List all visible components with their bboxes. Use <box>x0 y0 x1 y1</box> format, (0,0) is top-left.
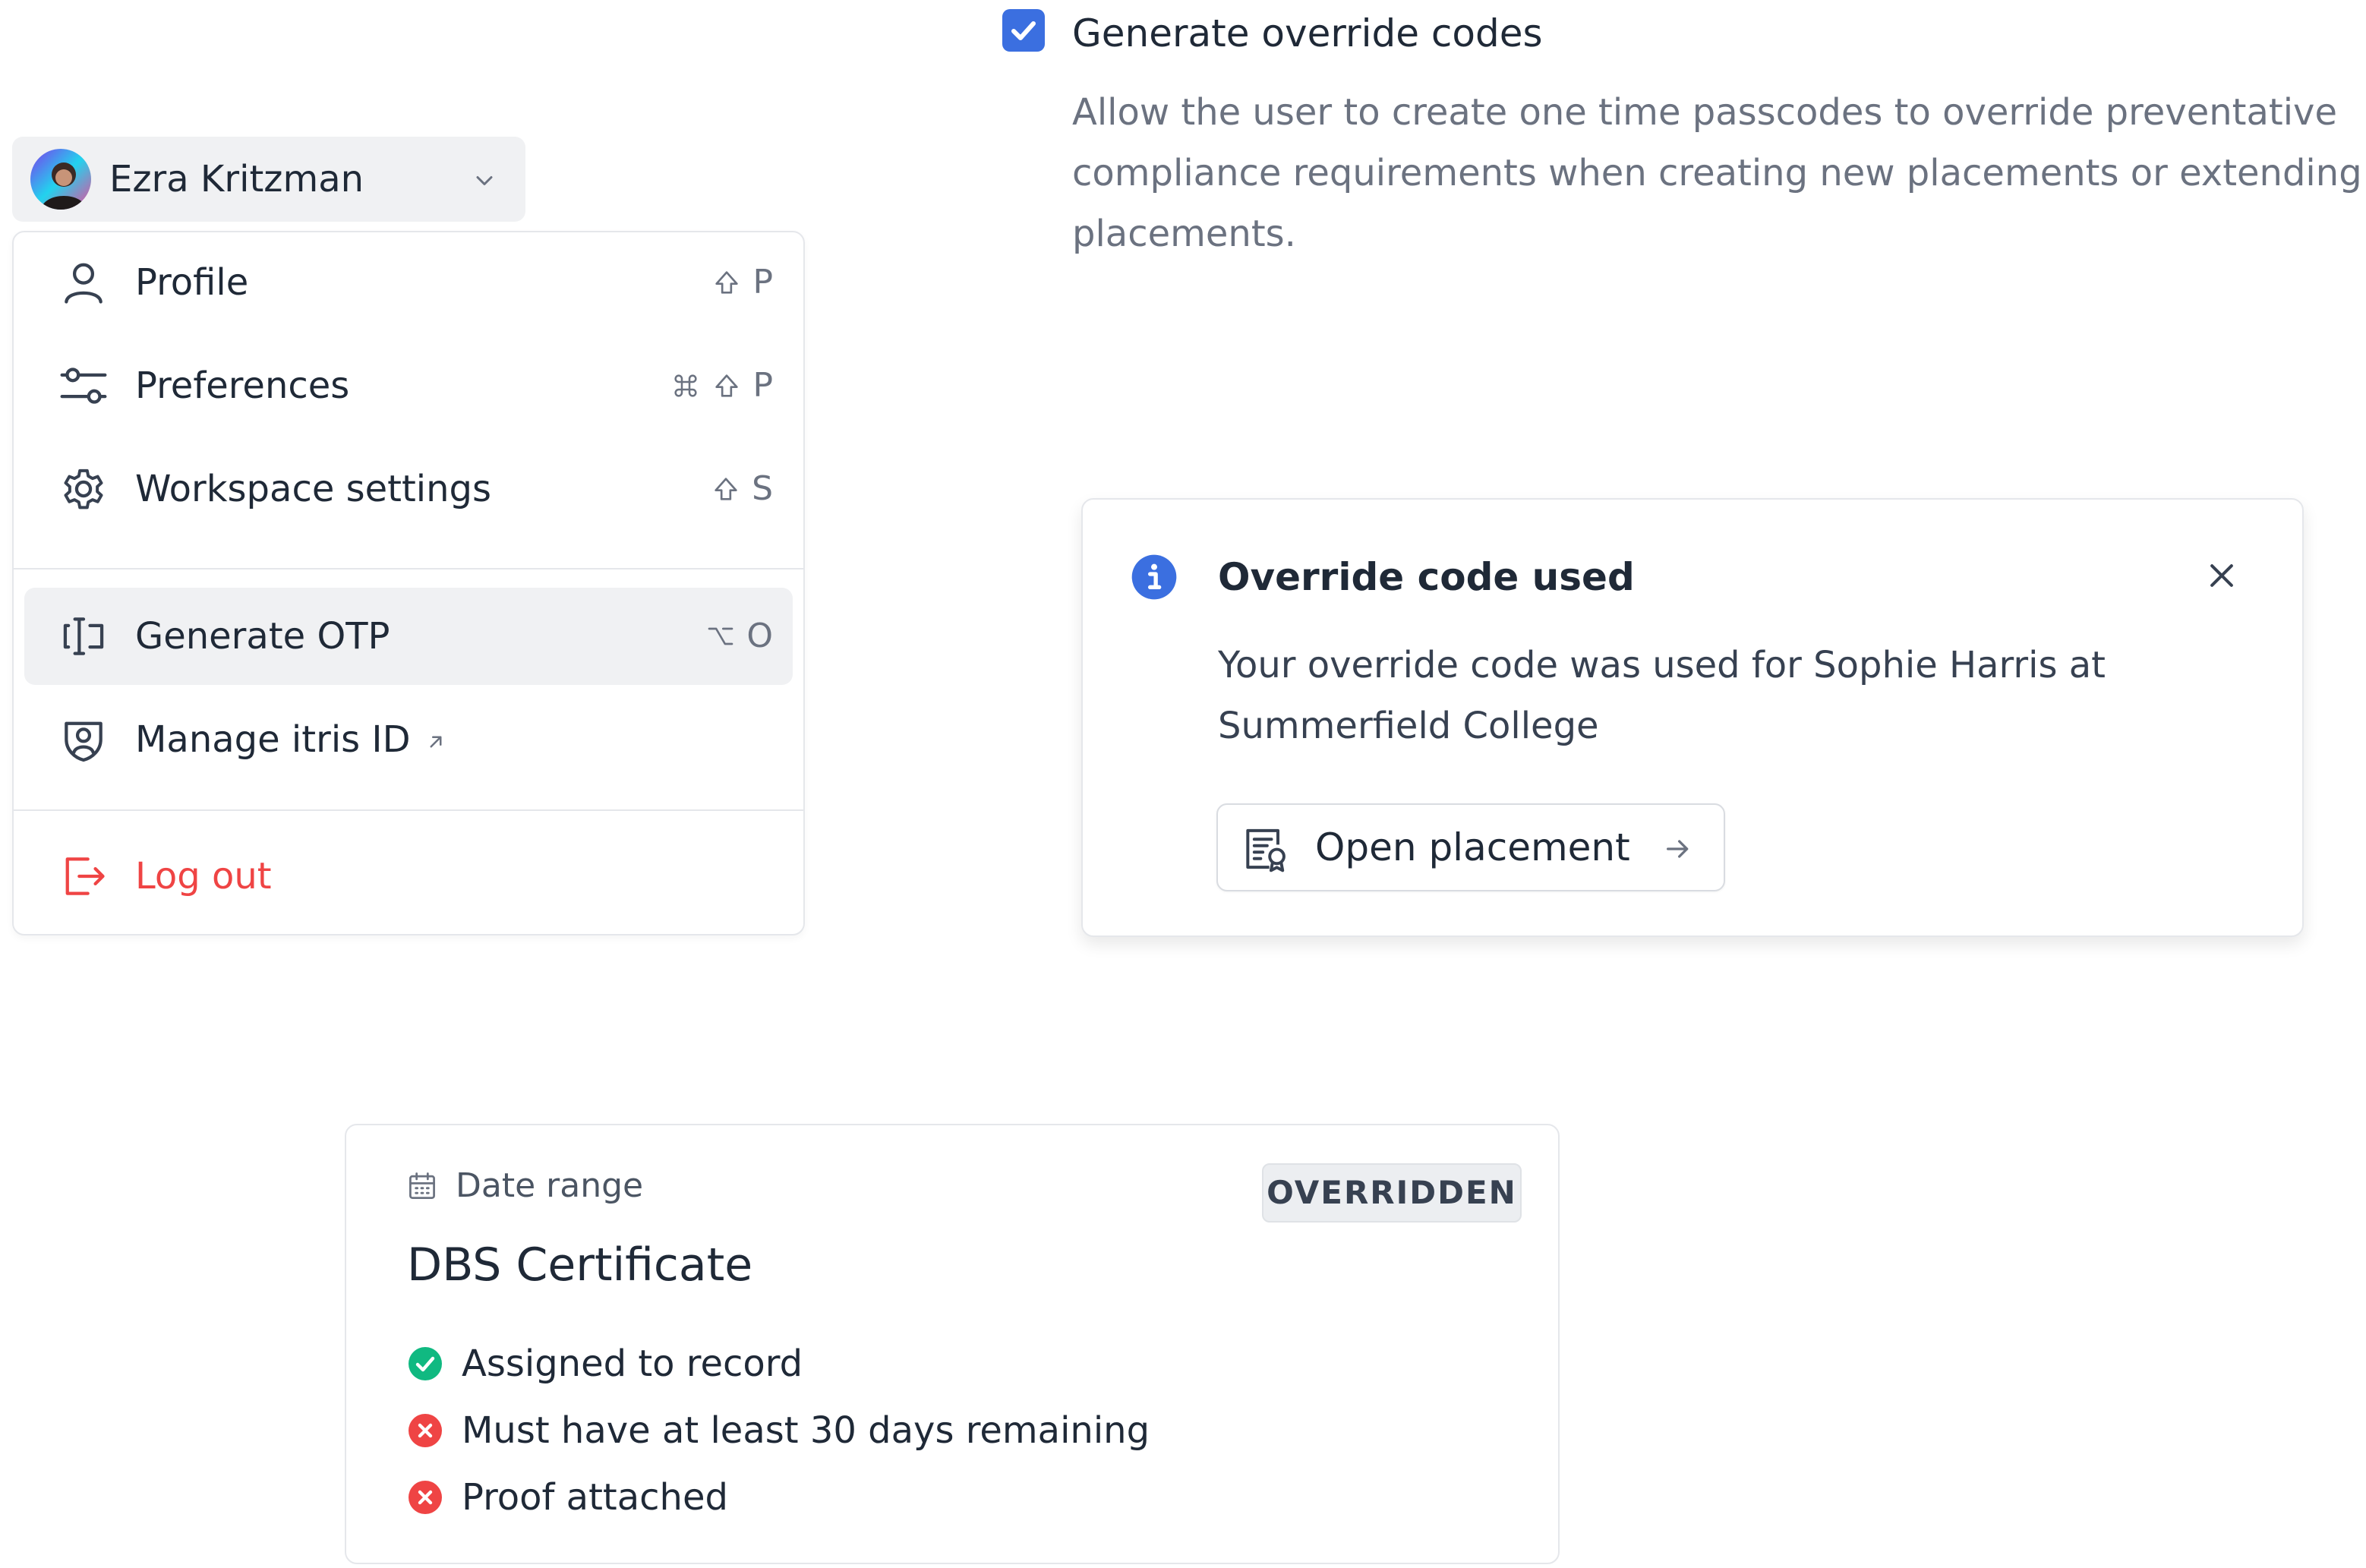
x-circle-icon <box>407 1479 443 1516</box>
compliance-card: Date range OVERRIDDEN DBS Certificate As… <box>345 1124 1560 1564</box>
menu-item-label: Workspace settings <box>135 468 492 510</box>
chevron-down-icon <box>471 167 498 194</box>
external-link-icon <box>424 730 447 753</box>
check-circle-icon <box>407 1346 443 1382</box>
shortcut: S <box>711 466 773 512</box>
sliders-icon <box>58 360 109 412</box>
shortcut: P <box>670 363 773 409</box>
user-icon <box>58 257 109 308</box>
arrow-right-icon <box>1663 834 1693 864</box>
log-out-icon <box>58 850 109 902</box>
shift-key-icon <box>711 474 741 504</box>
document-certificate-icon <box>1239 823 1291 875</box>
user-menu-trigger[interactable]: Ezra Kritzman <box>12 137 525 222</box>
x-circle-icon <box>407 1412 443 1449</box>
date-range-label: Date range <box>456 1166 644 1205</box>
avatar <box>30 149 91 210</box>
shortcut-key: O <box>746 617 773 655</box>
gear-icon <box>58 463 109 515</box>
toast-title: Override code used <box>1218 555 1635 599</box>
menu-item-label: Preferences <box>135 364 350 407</box>
menu-item-label-wrap: Manage itris ID <box>135 717 447 762</box>
menu-item-manage-itris-id[interactable]: Manage itris ID <box>24 691 793 788</box>
status-badge: OVERRIDDEN <box>1262 1163 1522 1223</box>
menu-divider <box>14 568 803 569</box>
menu-item-preferences[interactable]: Preferences P <box>24 337 793 434</box>
close-icon[interactable] <box>2205 559 2238 592</box>
menu-item-label: Generate OTP <box>135 615 390 658</box>
shortcut-key: P <box>752 366 773 405</box>
requirement-label: Assigned to record <box>462 1342 803 1385</box>
menu-item-label: Profile <box>135 261 249 304</box>
shortcut-key: S <box>752 469 773 508</box>
option-key-icon <box>705 621 736 651</box>
calendar-icon <box>405 1169 439 1203</box>
shift-key-icon <box>711 371 742 401</box>
command-key-icon <box>670 371 701 401</box>
user-name: Ezra Kritzman <box>109 158 364 200</box>
menu-item-log-out[interactable]: Log out <box>24 828 793 925</box>
requirement-label: Proof attached <box>462 1476 728 1519</box>
shortcut: O <box>705 614 773 659</box>
menu-item-generate-otp[interactable]: Generate OTP O <box>24 588 793 685</box>
shortcut-key: P <box>752 263 773 301</box>
open-placement-label: Open placement <box>1315 825 1630 869</box>
override-codes-checkbox[interactable] <box>1002 9 1045 52</box>
menu-divider <box>14 809 803 811</box>
card-title: DBS Certificate <box>407 1238 753 1292</box>
menu-item-profile[interactable]: Profile P <box>24 234 793 331</box>
open-placement-button[interactable]: Open placement <box>1216 803 1725 891</box>
override-toast: Override code used Your override code wa… <box>1081 498 2304 937</box>
menu-item-workspace-settings[interactable]: Workspace settings S <box>24 440 793 538</box>
user-dropdown-menu: Profile P Preferences P Workspace settin… <box>12 231 805 935</box>
canvas: Generate override codes Allow the user t… <box>0 0 2366 1568</box>
requirement-label: Must have at least 30 days remaining <box>462 1409 1150 1452</box>
shift-key-icon <box>711 267 742 298</box>
menu-item-label: Manage itris ID <box>135 718 411 761</box>
text-cursor-input-icon <box>58 610 109 662</box>
user-shield-icon <box>58 714 109 765</box>
shortcut: P <box>711 260 773 305</box>
check-icon <box>1011 21 1036 40</box>
setting-description: Allow the user to create one time passco… <box>1072 91 2362 255</box>
log-out-label: Log out <box>135 855 272 898</box>
info-icon <box>1130 553 1178 601</box>
setting-title[interactable]: Generate override codes <box>1072 11 1543 56</box>
toast-message: Your override code was used for Sophie H… <box>1218 644 2106 747</box>
